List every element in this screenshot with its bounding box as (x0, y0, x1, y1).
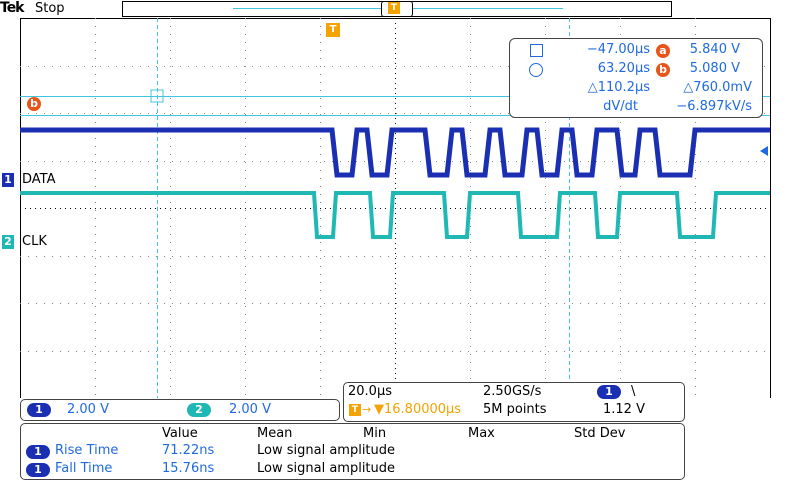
sample-rate: 2.50GS/s (483, 384, 542, 399)
measurement-value: 15.76ns (162, 461, 215, 476)
trigger-level[interactable]: 1.12 V (603, 402, 645, 417)
measurement-value: 71.22ns (162, 443, 215, 458)
ch2-label: CLK (22, 234, 47, 249)
cursor-readout-row: △110.2µs △760.0mV (510, 80, 762, 98)
cursor-b-level-marker[interactable]: b (27, 97, 41, 111)
measurement-name: Fall Time (55, 461, 113, 476)
record-length: 5M points (483, 402, 547, 417)
cursor-a-square-icon (530, 44, 543, 57)
ch1-scale[interactable]: 2.00 V (67, 402, 109, 417)
cursor-readout-panel[interactable]: −47.00µs a 5.840 V 63.20µs b 5.080 V △11… (509, 38, 763, 118)
cursor-b-voltage: 5.080 V (689, 61, 740, 76)
col-header-min: Min (363, 426, 387, 441)
measurement-mean: Low signal amplitude (257, 461, 396, 476)
measurement-row[interactable]: 1 Fall Time 15.76ns Low signal amplitude (21, 461, 684, 479)
measurements-panel[interactable]: Value Mean Min Max Std Dev 1 Rise Time 7… (20, 423, 685, 480)
col-header-value: Value (162, 426, 198, 441)
col-header-std-dev: Std Dev (574, 426, 626, 441)
cursor-b-time: 63.20µs (597, 61, 650, 76)
trigger-slope-icon[interactable]: \ (631, 384, 635, 399)
trigger-position-icon: T (349, 404, 361, 416)
cursor-slope-label: dV/dt (603, 99, 638, 114)
ch2-waveform (20, 191, 770, 239)
measurement-mean: Low signal amplitude (257, 443, 396, 458)
ch2-scale-badge[interactable]: 2 (187, 403, 211, 417)
col-header-mean: Mean (257, 426, 293, 441)
trigger-arrow-icon: → (362, 403, 372, 416)
cursor-b-badge: b (656, 63, 670, 77)
cursor-delta-time: △110.2µs (587, 80, 650, 95)
ch1-offscreen-arrow (760, 146, 768, 156)
cursor-b-circle-icon (529, 63, 543, 77)
ch1-label: DATA (22, 172, 56, 187)
vertical-scale-bar[interactable]: 1 2.00 V 2 2.00 V (20, 399, 340, 421)
cursor-slope-value: −6.897kV/s (676, 99, 752, 114)
measurement-row[interactable]: 1 Rise Time 71.22ns Low signal amplitude (21, 443, 684, 461)
col-header-max: Max (468, 426, 495, 441)
cursor-readout-row: −47.00µs a 5.840 V (510, 42, 762, 60)
horizontal-trigger-bar[interactable]: 20.0µs 2.50GS/s 1 \ T → ▼16.80000µs 5M p… (343, 382, 685, 422)
measurement-channel-badge: 1 (26, 463, 50, 477)
ch2-ground-marker[interactable]: 2 (2, 235, 14, 249)
ch1-ground-marker[interactable]: 1 (2, 173, 14, 187)
cursor-delta-voltage: △760.0mV (683, 80, 752, 95)
ch1-scale-badge[interactable]: 1 (27, 403, 51, 417)
cursor-a-badge: a (656, 44, 670, 58)
measurement-channel-badge: 1 (26, 445, 50, 459)
trigger-record-marker: T (388, 2, 400, 14)
trigger-position-marker[interactable]: T (326, 23, 340, 37)
cursor-a-time: −47.00µs (586, 42, 650, 57)
measurement-name: Rise Time (55, 443, 119, 458)
time-per-div[interactable]: 20.0µs (348, 384, 392, 399)
trigger-source-badge[interactable]: 1 (597, 385, 621, 399)
cursor-a-voltage: 5.840 V (689, 42, 740, 57)
cursor-readout-row: dV/dt −6.897kV/s (510, 99, 762, 117)
ch2-scale[interactable]: 2.00 V (229, 402, 271, 417)
cursor-readout-row: 63.20µs b 5.080 V (510, 61, 762, 79)
trigger-position[interactable]: ▼16.80000µs (374, 402, 461, 417)
